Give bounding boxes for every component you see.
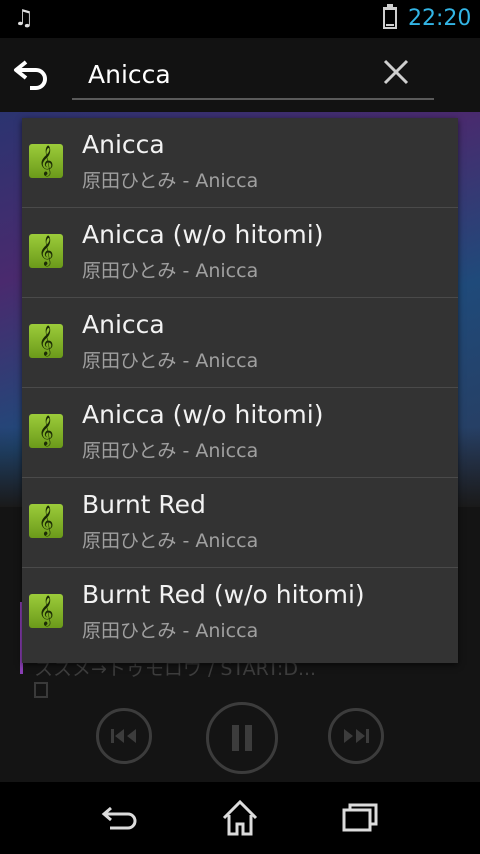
music-file-icon: 𝄞 (29, 324, 63, 358)
suggestion-title: Anicca (w/o hitomi) (82, 400, 324, 429)
battery-icon (383, 7, 397, 29)
suggestion-subtitle: 原田ひとみ - Anicca (82, 440, 259, 462)
suggestion-item[interactable]: 𝄞 Burnt Red 原田ひとみ - Anicca (22, 478, 458, 568)
suggestion-subtitle: 原田ひとみ - Anicca (82, 620, 259, 642)
suggestion-item[interactable]: 𝄞 Anicca (w/o hitomi) 原田ひとみ - Anicca (22, 208, 458, 298)
music-file-icon: 𝄞 (29, 594, 63, 628)
suggestion-item[interactable]: 𝄞 Anicca (w/o hitomi) 原田ひとみ - Anicca (22, 388, 458, 478)
next-icon (344, 729, 369, 743)
music-file-icon: 𝄞 (29, 144, 63, 178)
suggestion-subtitle: 原田ひとみ - Anicca (82, 260, 259, 282)
pause-icon (232, 725, 252, 751)
previous-button[interactable] (96, 708, 152, 764)
suggestion-title: Burnt Red (w/o hitomi) (82, 580, 365, 609)
search-suggestions-list: 𝄞 Anicca 原田ひとみ - Anicca 𝄞 Anicca (w/o hi… (22, 118, 458, 663)
back-button[interactable] (8, 48, 56, 96)
nav-home-button[interactable] (216, 794, 264, 842)
music-note-icon: ♫ (14, 6, 34, 31)
suggestion-item[interactable]: 𝄞 Anicca 原田ひとみ - Anicca (22, 118, 458, 208)
suggestion-subtitle: 原田ひとみ - Anicca (82, 170, 259, 192)
recent-apps-icon (342, 803, 378, 832)
suggestion-title: Burnt Red (82, 490, 206, 519)
clock: 22:20 (408, 6, 472, 31)
music-file-icon: 𝄞 (29, 414, 63, 448)
suggestion-item[interactable]: 𝄞 Anicca 原田ひとみ - Anicca (22, 298, 458, 388)
home-icon (222, 799, 258, 836)
music-file-icon: 𝄞 (29, 504, 63, 538)
navigation-bar (0, 782, 480, 854)
suggestion-subtitle: 原田ひとみ - Anicca (82, 350, 259, 372)
nav-back-icon (101, 806, 137, 830)
nav-back-button[interactable] (96, 794, 144, 842)
suggestion-subtitle: 原田ひとみ - Anicca (82, 530, 259, 552)
music-file-icon: 𝄞 (29, 234, 63, 268)
close-icon (383, 59, 409, 85)
nav-recent-apps-button[interactable] (336, 794, 384, 842)
back-arrow-icon (14, 60, 47, 90)
lyrics-icon (34, 682, 48, 698)
pause-button[interactable] (206, 702, 278, 774)
next-button[interactable] (328, 708, 384, 764)
status-bar: ♫ 22:20 (0, 0, 480, 38)
clear-search-button[interactable] (376, 52, 416, 92)
suggestion-title: Anicca (82, 130, 165, 159)
suggestion-title: Anicca (w/o hitomi) (82, 220, 324, 249)
previous-icon (111, 729, 136, 743)
search-action-bar: Anicca (0, 38, 480, 112)
suggestion-item[interactable]: 𝄞 Burnt Red (w/o hitomi) 原田ひとみ - Anicca (22, 568, 458, 660)
suggestion-title: Anicca (82, 310, 165, 339)
